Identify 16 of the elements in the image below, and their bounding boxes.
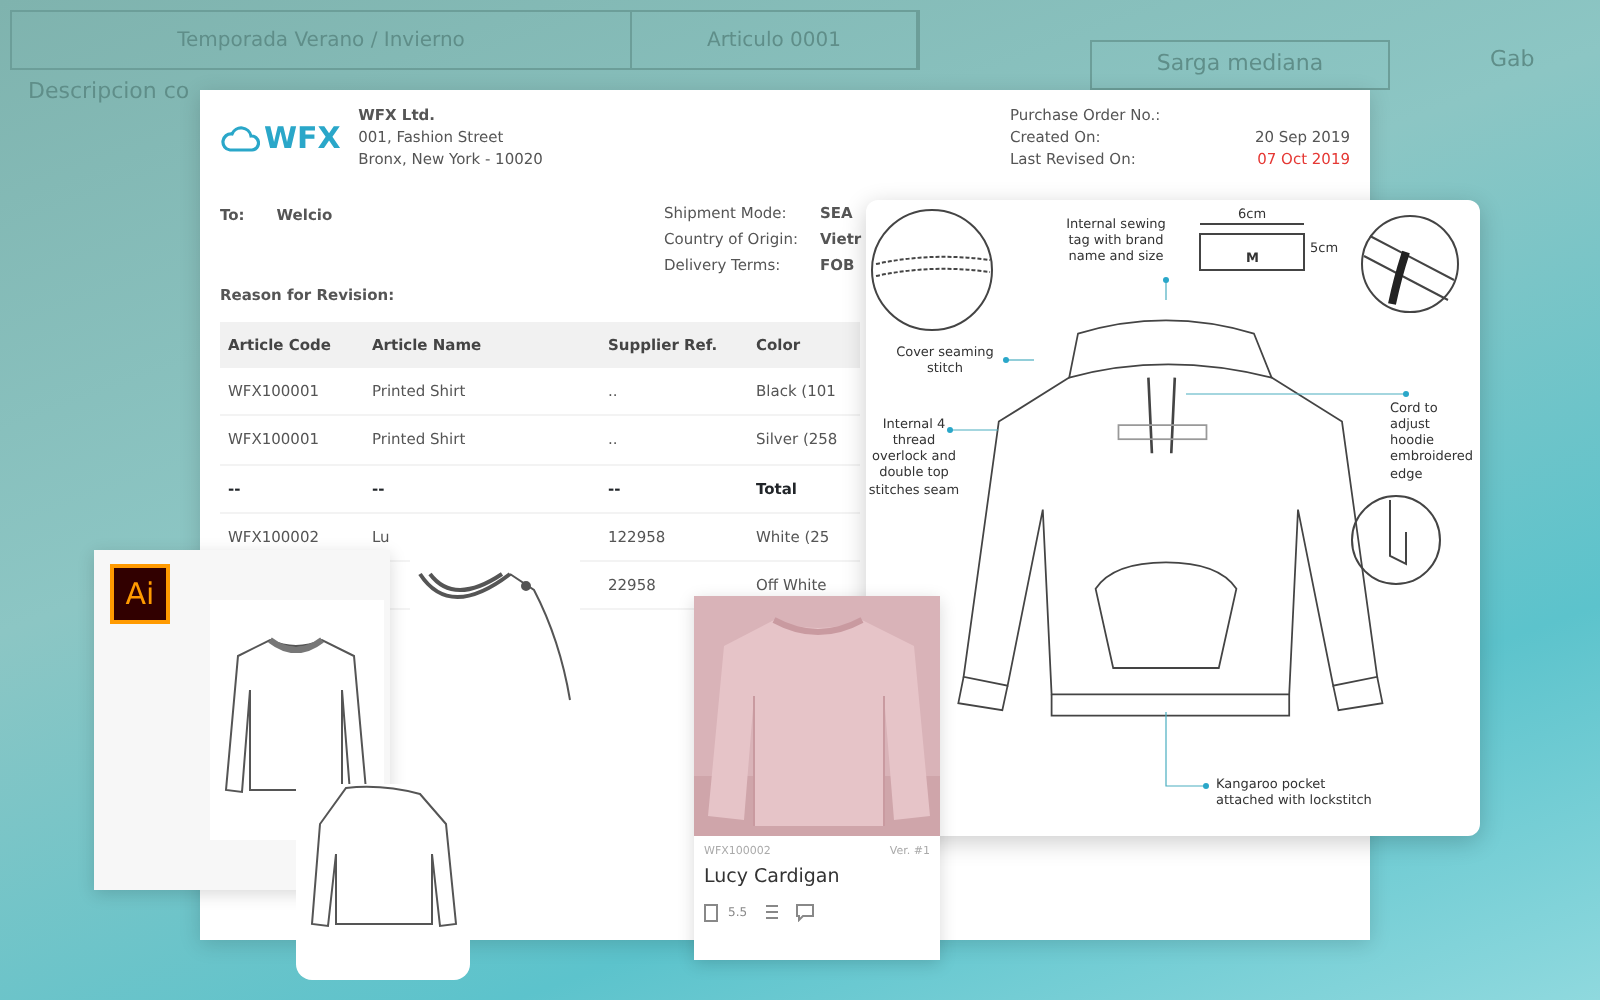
hem-detail-drawing [1351, 495, 1441, 585]
product-name: Lucy Cardigan [704, 864, 842, 893]
leader-line [1163, 277, 1169, 301]
tag-drawing [1199, 223, 1305, 271]
leader-line [1003, 357, 1035, 363]
app-badge: Ai [110, 564, 170, 624]
comment-icon [795, 903, 814, 921]
cloud-icon [220, 125, 260, 152]
logo-text: WFX [264, 118, 341, 161]
leader-line [1165, 711, 1209, 789]
stitch-detail-drawing [871, 209, 993, 331]
leader-line [947, 427, 999, 433]
checklist-icon [763, 903, 780, 921]
cord-detail-drawing [1361, 215, 1459, 313]
document-icon [704, 903, 720, 921]
sheet-text: Gab [1490, 44, 1535, 76]
